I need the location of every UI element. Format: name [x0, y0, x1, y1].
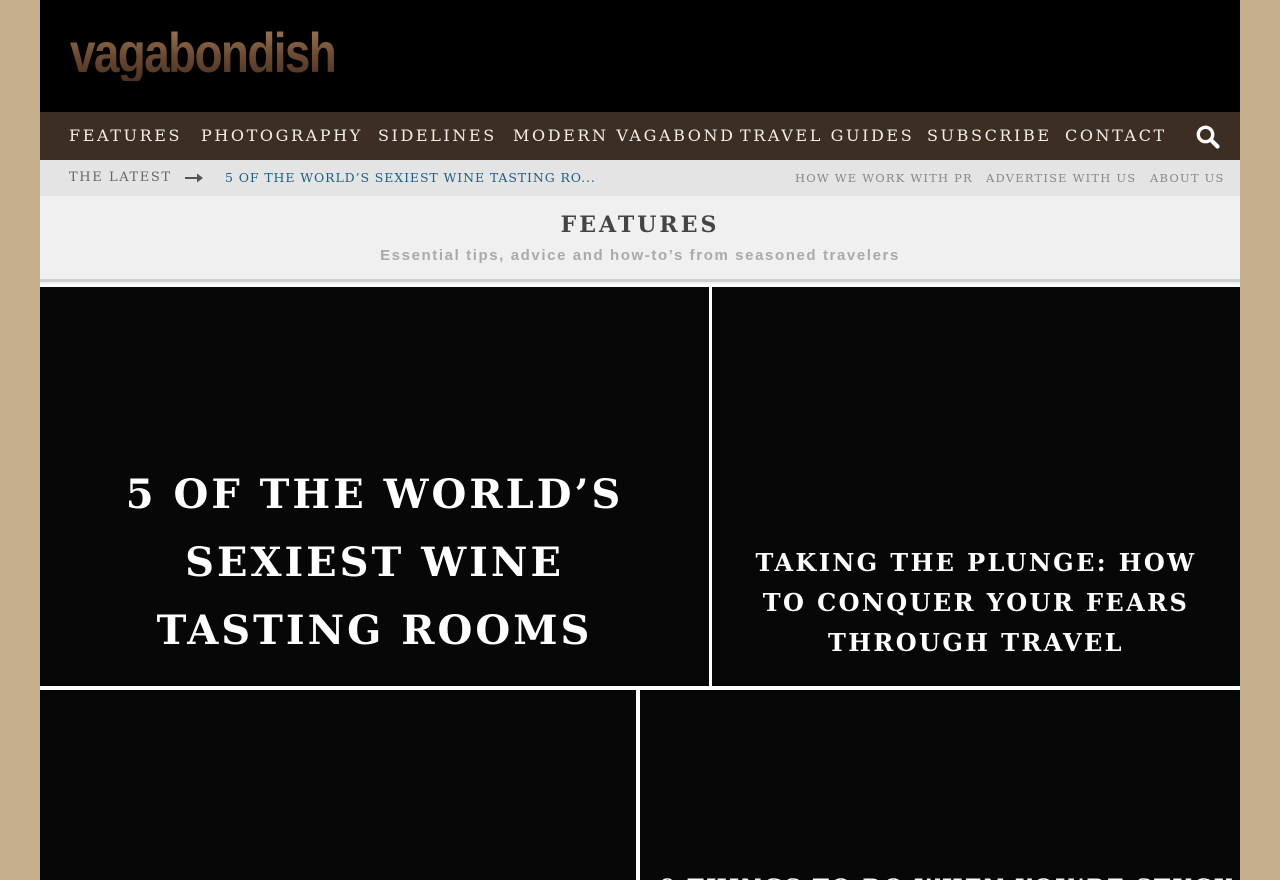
search-icon[interactable]	[1195, 124, 1221, 150]
section-title: FEATURES	[560, 212, 720, 238]
article-card[interactable]: 5 OF THE WORLD’S SEXIEST WINE TASTING RO…	[40, 287, 709, 686]
nav-item-photography[interactable]: PHOTOGRAPHY	[201, 112, 363, 160]
article-card[interactable]	[40, 690, 636, 880]
nav-item-modern-vagabond[interactable]: MODERN VAGABOND	[513, 112, 736, 160]
subnav-how-we-work-with-pr[interactable]: HOW WE WORK WITH PR	[795, 160, 973, 196]
article-grid: 5 OF THE WORLD’S SEXIEST WINE TASTING RO…	[40, 284, 1240, 880]
subnav-advertise-with-us[interactable]: ADVERTISE WITH US	[986, 160, 1136, 196]
subnav-about-us[interactable]: ABOUT US	[1150, 160, 1225, 196]
article-card-title[interactable]: 5 OF THE WORLD’S SEXIEST WINE TASTING RO…	[40, 461, 709, 665]
nav-item-features[interactable]: FEATURES	[69, 112, 182, 160]
nav-item-sidelines[interactable]: SIDELINES	[378, 112, 497, 160]
section-subtitle: Essential tips, advice and how-to’s from…	[380, 247, 900, 264]
latest-bar: THE LATEST 5 OF THE WORLD’S SEXIEST WINE…	[40, 160, 1240, 196]
article-card[interactable]: 9 THINGS TO DO WHEN YOU’RE STUCK IN A HO…	[640, 690, 1240, 880]
site-logo[interactable]: vagabondish	[70, 14, 337, 92]
logo-text: vagabondish	[70, 21, 337, 84]
main-nav: FEATURES PHOTOGRAPHY SIDELINES MODERN VA…	[40, 112, 1240, 160]
nav-item-travel-guides[interactable]: TRAVEL GUIDES	[740, 112, 914, 160]
nav-item-contact[interactable]: CONTACT	[1065, 112, 1167, 160]
site-header: vagabondish	[40, 0, 1240, 112]
latest-label: THE LATEST	[69, 170, 172, 185]
article-card-title[interactable]: TAKING THE PLUNGE: HOW TO CONQUER YOUR F…	[712, 543, 1240, 663]
nav-item-subscribe[interactable]: SUBSCRIBE	[927, 112, 1052, 160]
section-header: FEATURES Essential tips, advice and how-…	[40, 196, 1240, 282]
page-container: vagabondish FEATURES PHOTOGRAPHY SIDELIN…	[40, 0, 1240, 880]
long-arrow-right-icon	[184, 170, 204, 186]
latest-article-link[interactable]: 5 OF THE WORLD’S SEXIEST WINE TASTING RO…	[225, 160, 596, 196]
article-card-title[interactable]: 9 THINGS TO DO WHEN YOU’RE STUCK IN A HO…	[640, 868, 1240, 880]
article-card[interactable]: TAKING THE PLUNGE: HOW TO CONQUER YOUR F…	[712, 287, 1240, 686]
